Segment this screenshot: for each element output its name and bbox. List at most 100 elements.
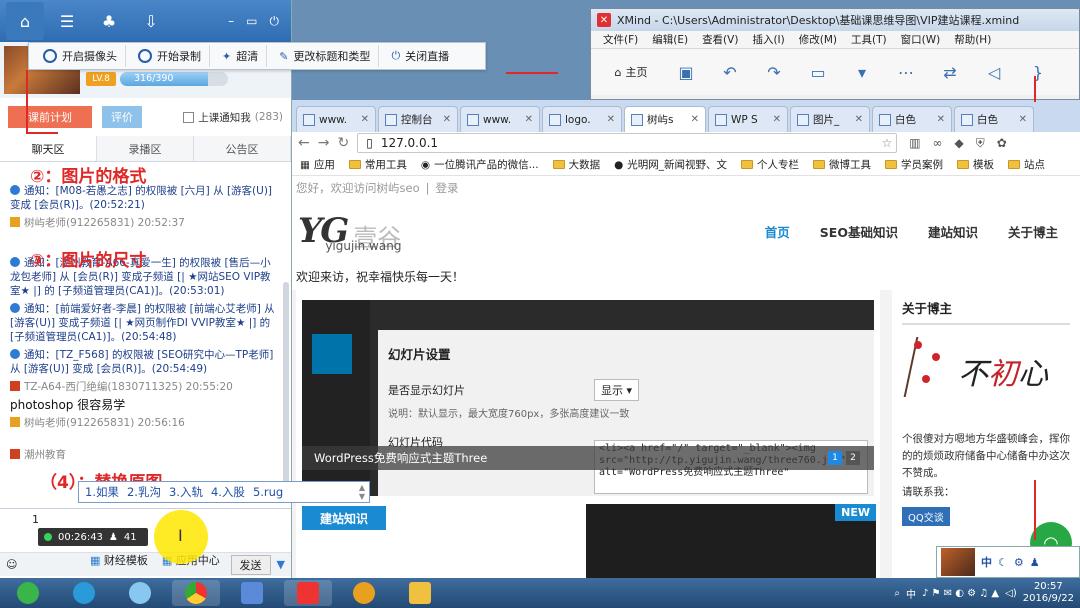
- close-icon[interactable]: ✕: [855, 114, 863, 125]
- bookmark-folder[interactable]: 模板: [957, 157, 994, 172]
- browser-tab[interactable]: 控制台 ✕: [378, 106, 458, 132]
- bookmark-folder[interactable]: 大数据: [552, 157, 600, 172]
- rate-button[interactable]: 评价: [102, 106, 142, 128]
- close-icon[interactable]: ✕: [443, 114, 451, 125]
- chart-extension-icon[interactable]: ▥: [909, 136, 920, 150]
- close-icon[interactable]: ✕: [525, 114, 533, 125]
- boundary-icon[interactable]: ◁: [975, 58, 1013, 86]
- section-heading[interactable]: 建站知识: [302, 506, 386, 530]
- power-icon[interactable]: ⏻: [270, 14, 280, 29]
- tray-icons[interactable]: ♪ ⚑ ✉ ◐ ⚙ ♫ ▲: [922, 588, 999, 599]
- user-icon[interactable]: ♟: [1030, 556, 1040, 569]
- xmind-menu-tools[interactable]: 工具(T): [851, 32, 887, 47]
- close-icon[interactable]: ✕: [607, 114, 615, 125]
- taskbar-app[interactable]: [340, 580, 388, 606]
- camera-button[interactable]: 开启摄像头: [35, 45, 126, 67]
- browser-tab-active[interactable]: 树屿s ✕: [624, 106, 706, 132]
- xmind-home-button[interactable]: ⌂ 主页: [601, 58, 661, 86]
- chat-area[interactable]: 通知：[M08-若愚之志] 的权限被 [六月] 从 [游客(U)] 变成 [会员…: [0, 162, 291, 508]
- link-extension-icon[interactable]: ∞: [933, 136, 943, 150]
- nav-home[interactable]: 首页: [765, 222, 790, 241]
- bookmark-folder[interactable]: 微博工具: [813, 157, 871, 172]
- dropdown-icon[interactable]: ▾: [843, 58, 881, 86]
- taskbar-app[interactable]: [172, 580, 220, 606]
- ime-candidate[interactable]: 4.入股: [211, 484, 245, 500]
- xmind-menu-view[interactable]: 查看(V): [702, 32, 738, 47]
- xmind-menu-edit[interactable]: 编辑(E): [652, 32, 688, 47]
- bookmark-apps[interactable]: ▦ 应用: [300, 157, 335, 172]
- gear-extension-icon[interactable]: ✿: [997, 136, 1007, 150]
- taskbar-app[interactable]: [284, 580, 332, 606]
- star-icon[interactable]: ☆: [881, 136, 892, 150]
- list-icon[interactable]: ☰: [48, 2, 86, 40]
- browser-tab[interactable]: www. ✕: [460, 106, 540, 132]
- url-input[interactable]: ▯ 127.0.0.1 ☆: [357, 133, 898, 153]
- forward-icon[interactable]: →: [318, 135, 330, 151]
- chat-scrollbar[interactable]: [283, 282, 289, 502]
- emoji-icon[interactable]: ☺: [6, 558, 17, 571]
- clock[interactable]: 20:57 2016/9/22: [1023, 581, 1074, 605]
- tray-ime[interactable]: 中: [981, 554, 992, 570]
- topic-icon[interactable]: ▭: [799, 58, 837, 86]
- minimize-icon[interactable]: –: [228, 14, 234, 29]
- taskbar-app[interactable]: [116, 580, 164, 606]
- notify-checkbox[interactable]: [183, 111, 195, 123]
- login-link[interactable]: 登录: [435, 180, 458, 196]
- slide-dot[interactable]: 2: [846, 451, 860, 465]
- tag-extension-icon[interactable]: ◆: [955, 136, 964, 150]
- back-icon[interactable]: ←: [298, 135, 310, 151]
- search-icon[interactable]: ⌕: [894, 588, 900, 599]
- close-icon[interactable]: ✕: [937, 114, 945, 125]
- save-icon[interactable]: ▣: [667, 58, 705, 86]
- tab-recordings[interactable]: 录播区: [97, 136, 194, 161]
- taskbar-app[interactable]: [60, 580, 108, 606]
- browser-tab[interactable]: 图片_ ✕: [790, 106, 870, 132]
- site-logo[interactable]: YG 壹谷 yigujin.wang: [298, 211, 401, 253]
- finance-template-link[interactable]: ▦ 财经模板: [90, 552, 148, 568]
- quality-button[interactable]: ✦ 超清: [214, 45, 268, 67]
- ime-candidate[interactable]: 1.如果: [85, 484, 119, 500]
- slide-dot[interactable]: 1: [828, 451, 842, 465]
- bookmark-folder[interactable]: 站点: [1008, 157, 1045, 172]
- relationship-icon[interactable]: ⇄: [931, 58, 969, 86]
- callout-icon[interactable]: ⋯: [887, 58, 925, 86]
- volume-icon[interactable]: ◁): [1005, 588, 1017, 599]
- close-icon[interactable]: ✕: [691, 114, 699, 125]
- send-options-icon[interactable]: ▼: [277, 558, 285, 571]
- record-button[interactable]: 开始录制: [130, 45, 210, 67]
- wp-show-select[interactable]: 显示 ▾: [594, 379, 640, 401]
- xmind-title-bar[interactable]: ✕ XMind - C:\Users\Administrator\Desktop…: [591, 9, 1079, 31]
- xmind-menu-help[interactable]: 帮助(H): [954, 32, 991, 47]
- qq-chat-button[interactable]: QQ交谈: [902, 507, 950, 526]
- undo-icon[interactable]: ↶: [711, 58, 749, 86]
- close-icon[interactable]: ✕: [361, 114, 369, 125]
- new-posts-thumb[interactable]: NEW: [586, 504, 876, 578]
- browser-tab[interactable]: 白色 ✕: [872, 106, 952, 132]
- settings-icon[interactable]: ⚙: [1014, 556, 1024, 569]
- download-icon[interactable]: ⇩: [132, 2, 170, 40]
- edit-title-button[interactable]: ✎ 更改标题和类型: [271, 45, 380, 67]
- send-button[interactable]: 发送: [230, 554, 271, 575]
- bookmark-folder[interactable]: 常用工具: [348, 157, 407, 172]
- bookmark-folder[interactable]: 个人专栏: [741, 157, 799, 172]
- nav-build[interactable]: 建站知识: [928, 222, 978, 241]
- plan-button[interactable]: 课前计划: [8, 106, 92, 128]
- moon-icon[interactable]: ☾: [998, 556, 1008, 569]
- browser-tab[interactable]: 白色 ✕: [954, 106, 1034, 132]
- gamepad-icon[interactable]: ♣: [90, 2, 128, 40]
- close-icon[interactable]: ✕: [1019, 114, 1027, 125]
- ime-candidate[interactable]: 3.入轨: [169, 484, 203, 500]
- tab-announcements[interactable]: 公告区: [194, 136, 291, 161]
- bookmark-link[interactable]: ◉ 一位腾讯产品的微信...: [421, 157, 539, 172]
- xmind-menu-file[interactable]: 文件(F): [603, 32, 638, 47]
- ime-candidate[interactable]: 2.乳沟: [127, 484, 161, 500]
- bookmark-folder[interactable]: 学员案例: [885, 157, 943, 172]
- reload-icon[interactable]: ↻: [337, 135, 349, 151]
- home-icon[interactable]: ⌂: [6, 2, 44, 40]
- redo-icon[interactable]: ↷: [755, 58, 793, 86]
- stop-live-button[interactable]: ⏻ 关闭直播: [383, 45, 457, 67]
- xmind-menu-modify[interactable]: 修改(M): [799, 32, 837, 47]
- bookmark-link[interactable]: ● 光明网_新闻视野、文: [614, 157, 727, 172]
- browser-tab[interactable]: WP S ✕: [708, 106, 788, 132]
- xmind-menu-insert[interactable]: 插入(I): [752, 32, 784, 47]
